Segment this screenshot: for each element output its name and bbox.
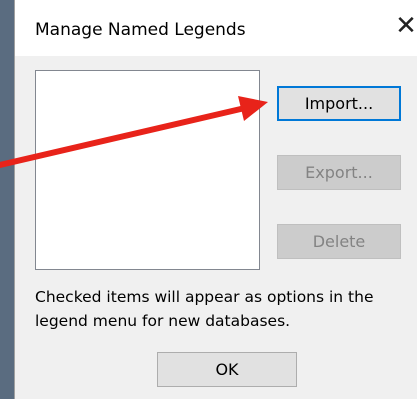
dialog-title: Manage Named Legends: [35, 20, 246, 40]
ok-button[interactable]: OK: [157, 352, 297, 387]
delete-button[interactable]: Delete: [277, 224, 401, 259]
import-button[interactable]: Import...: [277, 86, 401, 121]
info-text: Checked items will appear as options in …: [35, 288, 374, 330]
title-bar: Manage Named Legends ✕: [15, 0, 417, 56]
legends-list[interactable]: [35, 70, 260, 270]
export-button[interactable]: Export...: [277, 155, 401, 190]
close-icon[interactable]: ✕: [395, 8, 417, 44]
manage-named-legends-dialog: Manage Named Legends ✕ Import... Export.…: [14, 0, 417, 399]
